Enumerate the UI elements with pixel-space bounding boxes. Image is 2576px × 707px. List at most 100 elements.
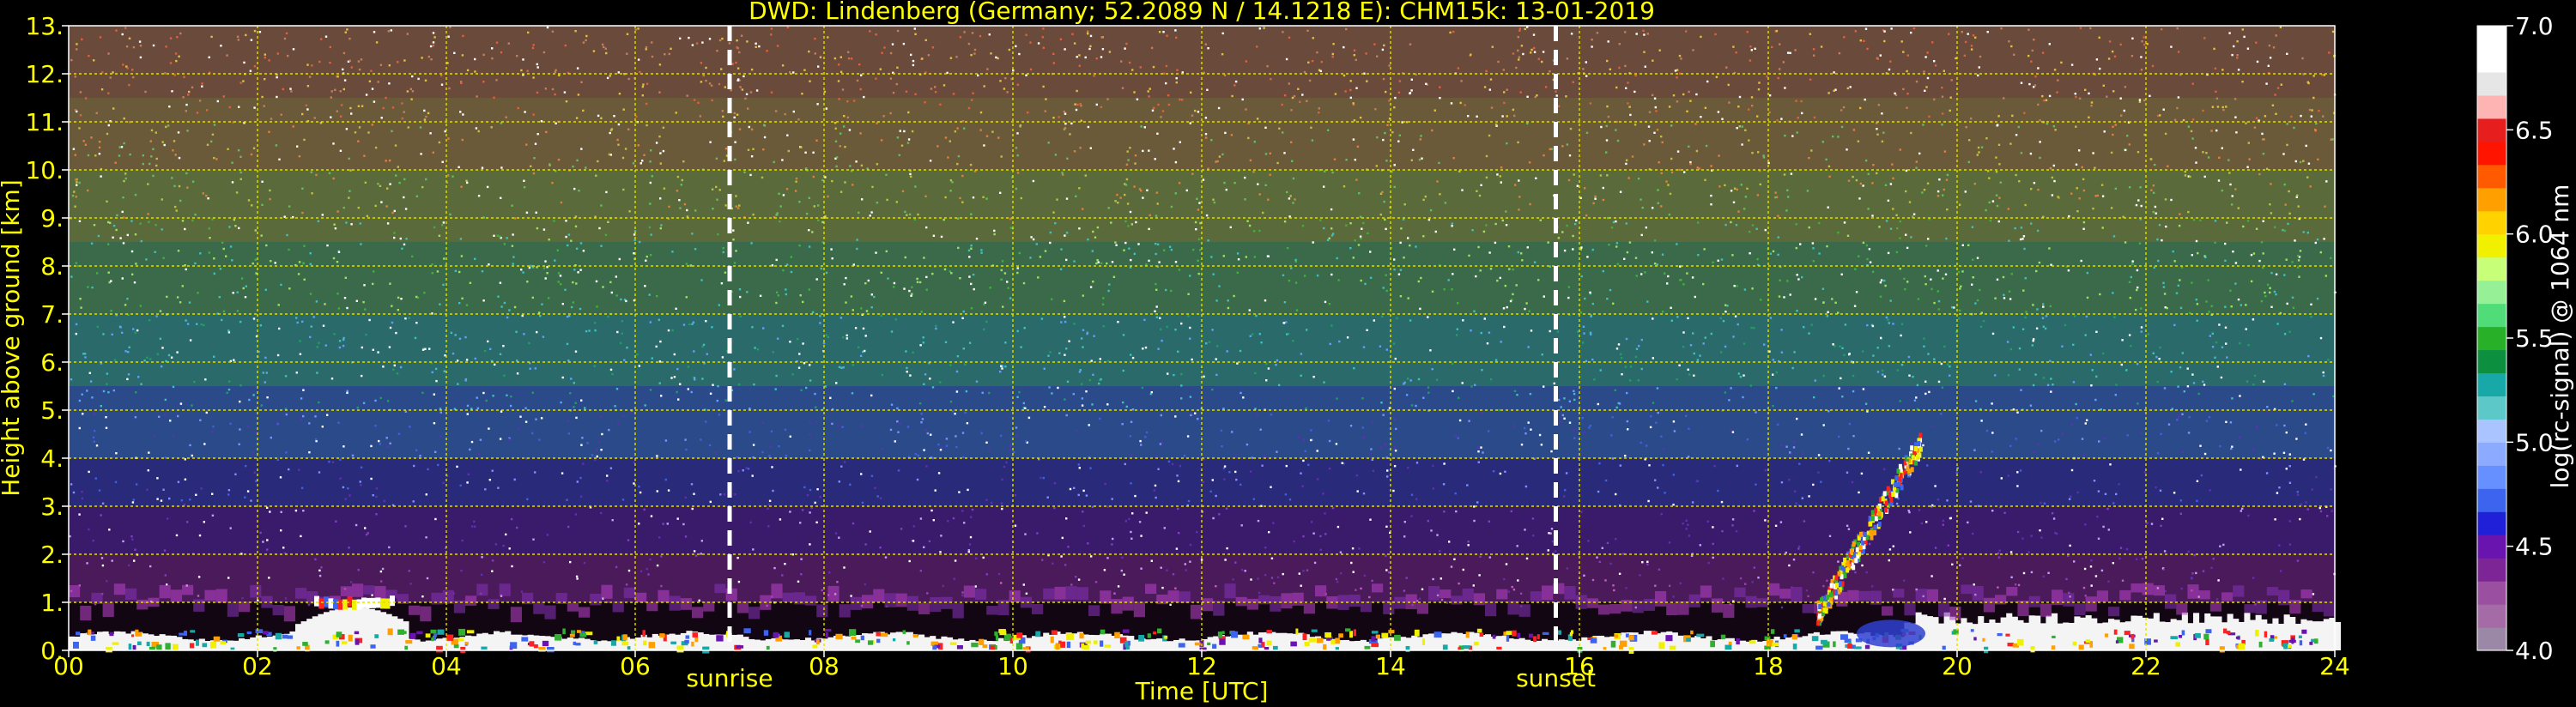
noise-pixel bbox=[2310, 316, 2312, 318]
noise-pixel bbox=[1332, 43, 1335, 45]
noise-pixel bbox=[2016, 485, 2019, 487]
noise-pixel bbox=[1175, 81, 1178, 84]
noise-pixel bbox=[1224, 131, 1227, 135]
noise-pixel bbox=[2123, 109, 2125, 112]
noise-pixel bbox=[667, 489, 670, 492]
noise-pixel bbox=[967, 249, 971, 252]
noise-pixel bbox=[1155, 305, 1158, 308]
noise-pixel bbox=[1102, 297, 1105, 299]
noise-pixel bbox=[1691, 501, 1694, 504]
noise-pixel bbox=[536, 91, 539, 94]
noise-pixel bbox=[1734, 315, 1737, 317]
noise-pixel bbox=[1409, 379, 1412, 382]
noise-pixel bbox=[575, 575, 579, 578]
noise-pixel bbox=[488, 263, 490, 266]
noise-pixel bbox=[1270, 557, 1274, 559]
noise-pixel bbox=[301, 320, 304, 323]
noise-pixel bbox=[213, 355, 215, 358]
noise-pixel bbox=[903, 287, 906, 290]
noise-pixel bbox=[390, 29, 392, 32]
noise-pixel bbox=[176, 351, 179, 354]
noise-pixel bbox=[1306, 100, 1308, 102]
noise-pixel bbox=[2017, 583, 2021, 587]
noise-pixel bbox=[202, 192, 204, 195]
noise-pixel bbox=[431, 263, 433, 266]
noise-pixel bbox=[1529, 202, 1531, 206]
noise-pixel bbox=[1661, 253, 1664, 256]
noise-pixel bbox=[228, 380, 231, 383]
noise-pixel bbox=[649, 202, 652, 205]
noise-pixel bbox=[1384, 443, 1386, 445]
noise-pixel bbox=[266, 506, 269, 509]
noise-pixel bbox=[1688, 145, 1690, 148]
noise-pixel bbox=[146, 488, 148, 491]
noise-pixel bbox=[1720, 351, 1723, 354]
noise-pixel bbox=[1452, 30, 1455, 33]
noise-pixel bbox=[1197, 272, 1200, 275]
noise-pixel bbox=[1443, 462, 1446, 465]
noise-pixel bbox=[2299, 160, 2302, 164]
noise-pixel bbox=[338, 340, 342, 342]
noise-pixel bbox=[2275, 293, 2277, 296]
noise-pixel bbox=[683, 202, 687, 206]
noise-pixel bbox=[1335, 577, 1338, 581]
noise-pixel bbox=[700, 540, 703, 542]
noise-pixel bbox=[257, 599, 259, 602]
noise-pixel bbox=[1903, 579, 1906, 582]
noise-pixel bbox=[1602, 269, 1604, 273]
noise-pixel bbox=[124, 172, 127, 175]
noise-pixel bbox=[1613, 589, 1615, 592]
noise-pixel bbox=[1047, 142, 1050, 144]
noise-pixel bbox=[1930, 287, 1933, 291]
noise-pixel bbox=[1354, 239, 1356, 242]
noise-pixel bbox=[904, 210, 906, 214]
noise-pixel bbox=[849, 165, 852, 167]
noise-pixel bbox=[720, 282, 724, 285]
noise-pixel bbox=[2315, 475, 2318, 479]
noise-pixel bbox=[1751, 105, 1754, 107]
noise-pixel bbox=[906, 426, 910, 428]
noise-pixel bbox=[1937, 299, 1941, 303]
noise-pixel bbox=[1262, 211, 1264, 215]
noise-pixel bbox=[532, 538, 535, 541]
noise-pixel bbox=[1108, 51, 1112, 53]
noise-pixel bbox=[1646, 300, 1649, 303]
noise-pixel bbox=[575, 282, 578, 285]
noise-pixel bbox=[1517, 141, 1519, 144]
noise-pixel bbox=[2196, 499, 2198, 502]
noise-pixel bbox=[1941, 124, 1943, 126]
noise-pixel bbox=[499, 235, 501, 238]
noise-pixel bbox=[131, 501, 135, 504]
noise-pixel bbox=[1634, 74, 1637, 77]
noise-pixel bbox=[1190, 414, 1192, 417]
noise-pixel bbox=[433, 226, 436, 229]
noise-pixel bbox=[365, 94, 368, 96]
noise-pixel bbox=[265, 372, 268, 374]
noise-pixel bbox=[999, 80, 1002, 82]
noise-pixel bbox=[1670, 124, 1673, 127]
noise-pixel bbox=[1801, 451, 1803, 455]
noise-pixel bbox=[309, 252, 312, 255]
noise-pixel bbox=[2216, 366, 2219, 368]
noise-pixel bbox=[346, 306, 349, 310]
noise-pixel bbox=[2107, 580, 2110, 583]
noise-pixel bbox=[1525, 557, 1529, 560]
noise-pixel bbox=[1160, 414, 1162, 417]
noise-pixel bbox=[1018, 390, 1021, 394]
noise-pixel bbox=[1743, 374, 1745, 377]
noise-pixel bbox=[78, 220, 82, 222]
noise-pixel bbox=[1040, 317, 1044, 320]
noise-pixel bbox=[1285, 321, 1288, 323]
noise-pixel bbox=[1862, 388, 1865, 390]
noise-pixel bbox=[1448, 541, 1451, 543]
noise-pixel bbox=[1974, 400, 1978, 402]
noise-pixel bbox=[1070, 122, 1073, 125]
noise-pixel bbox=[2031, 344, 2034, 347]
noise-pixel bbox=[2234, 98, 2237, 100]
noise-pixel bbox=[1085, 494, 1088, 497]
noise-pixel bbox=[1450, 565, 1453, 568]
noise-pixel bbox=[1996, 204, 1999, 208]
noise-pixel bbox=[389, 282, 391, 285]
noise-pixel bbox=[2048, 247, 2051, 250]
noise-pixel bbox=[849, 483, 852, 486]
